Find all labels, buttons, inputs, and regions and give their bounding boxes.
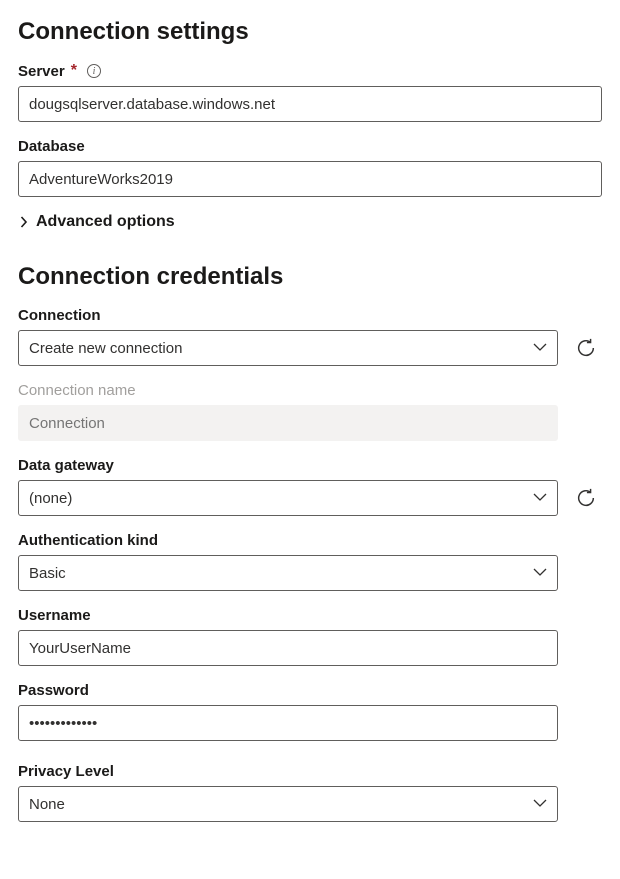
server-field: Server * i (18, 62, 602, 122)
auth-select-value: Basic (29, 565, 521, 582)
info-icon[interactable]: i (87, 64, 101, 78)
refresh-icon (575, 487, 597, 509)
refresh-icon (575, 337, 597, 359)
auth-field: Authentication kind Basic (18, 532, 602, 591)
privacy-field: Privacy Level None (18, 763, 602, 822)
username-input[interactable] (18, 630, 558, 666)
auth-select[interactable]: Basic (18, 555, 558, 591)
privacy-select[interactable]: None (18, 786, 558, 822)
gateway-select[interactable]: (none) (18, 480, 558, 516)
connection-field: Connection Create new connection (18, 307, 602, 366)
chevron-down-icon (533, 343, 547, 353)
username-label: Username (18, 607, 91, 624)
connection-credentials-section: Connection credentials Connection Create… (18, 263, 602, 822)
password-field: Password (18, 682, 602, 741)
connection-name-label: Connection name (18, 382, 136, 399)
database-input[interactable] (18, 161, 602, 197)
refresh-connection-button[interactable] (572, 334, 600, 362)
advanced-options-label: Advanced options (36, 213, 175, 231)
chevron-down-icon (533, 799, 547, 809)
password-input[interactable] (18, 705, 558, 741)
advanced-options-toggle[interactable]: Advanced options (18, 213, 602, 231)
connection-settings-title: Connection settings (18, 18, 602, 46)
server-input[interactable] (18, 86, 602, 122)
username-field: Username (18, 607, 602, 666)
gateway-label: Data gateway (18, 457, 114, 474)
connection-label: Connection (18, 307, 101, 324)
privacy-select-value: None (29, 796, 521, 813)
auth-label: Authentication kind (18, 532, 158, 549)
connection-name-input (18, 405, 558, 441)
gateway-select-value: (none) (29, 490, 521, 507)
server-label: Server (18, 63, 65, 80)
connection-name-field: Connection name (18, 382, 602, 441)
refresh-gateway-button[interactable] (572, 484, 600, 512)
database-field: Database (18, 138, 602, 197)
connection-credentials-title: Connection credentials (18, 263, 602, 291)
database-label: Database (18, 138, 85, 155)
connection-select[interactable]: Create new connection (18, 330, 558, 366)
connection-select-value: Create new connection (29, 340, 521, 357)
connection-settings-section: Connection settings Server * i Database … (18, 18, 602, 231)
required-indicator: * (71, 62, 77, 80)
chevron-down-icon (533, 568, 547, 578)
gateway-field: Data gateway (none) (18, 457, 602, 516)
privacy-label: Privacy Level (18, 763, 114, 780)
chevron-down-icon (533, 493, 547, 503)
chevron-right-icon (18, 216, 30, 228)
password-label: Password (18, 682, 89, 699)
